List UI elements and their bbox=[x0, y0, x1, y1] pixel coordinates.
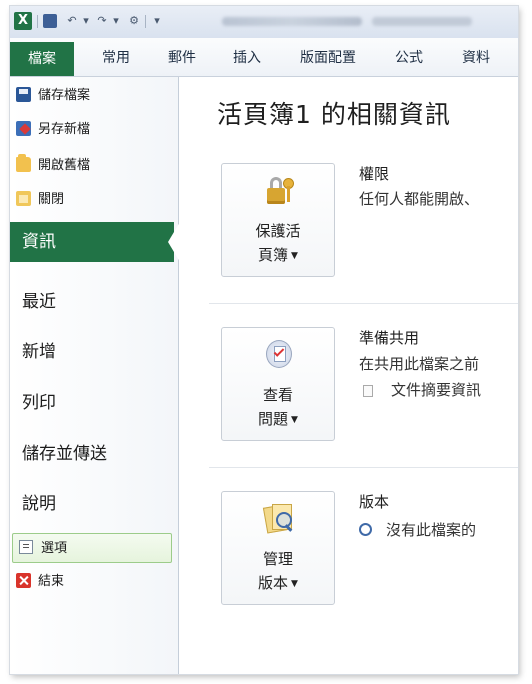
protect-label-line2: 頁簿 ▼ bbox=[258, 246, 298, 264]
lock-key-icon bbox=[263, 174, 295, 206]
prepare-bullet-text: 文件摘要資訊 bbox=[391, 381, 482, 399]
nav-item-print[interactable]: 列印 bbox=[10, 383, 178, 423]
backstage-nav: 儲存檔案 另存新檔 開啟舊檔 關閉 資訊 最近 新增 列印 儲存並傳送 說明 選… bbox=[10, 77, 180, 674]
nav-item-save-send[interactable]: 儲存並傳送 bbox=[10, 434, 178, 474]
protect-label-line1: 保護活 bbox=[255, 222, 301, 240]
customize-icon[interactable]: ⚙ bbox=[127, 14, 141, 28]
permissions-heading: 權限 bbox=[359, 165, 390, 183]
window-title-blurred bbox=[222, 17, 362, 26]
nav-open-label: 開啟舊檔 bbox=[38, 158, 91, 173]
excel-backstage-window: X ↶ ▾ ↷ ▾ ⚙ ▾ 檔案 常用 郵件 插入 版面配置 公式 資料 儲存檔… bbox=[10, 6, 518, 674]
protect-workbook-button[interactable]: 保護活 頁簿 ▼ bbox=[221, 163, 335, 277]
ribbon-tabs: 檔案 常用 郵件 插入 版面配置 公式 資料 bbox=[10, 38, 518, 77]
prepare-description: 在共用此檔案之前 bbox=[359, 355, 480, 373]
versions-description-text: 沒有此檔案的 bbox=[386, 521, 477, 539]
tab-home[interactable]: 常用 bbox=[102, 44, 130, 72]
exit-icon bbox=[16, 573, 31, 588]
nav-options-label: 選項 bbox=[41, 541, 68, 556]
nav-close[interactable]: 關閉 bbox=[16, 189, 64, 211]
tab-data[interactable]: 資料 bbox=[462, 44, 490, 72]
check-issues-icon bbox=[263, 338, 295, 370]
tab-file[interactable]: 檔案 bbox=[10, 42, 74, 76]
nav-item-recent[interactable]: 最近 bbox=[10, 282, 178, 322]
permissions-description: 任何人都能開啟、 bbox=[359, 190, 480, 208]
nav-save-as[interactable]: 另存新檔 bbox=[16, 119, 90, 141]
section-divider bbox=[209, 467, 518, 468]
versions-label-line1: 管理 bbox=[262, 550, 293, 568]
redo-icon[interactable]: ↷ bbox=[95, 14, 109, 28]
nav-exit[interactable]: 結束 bbox=[16, 571, 64, 593]
undo-icon[interactable]: ↶ bbox=[65, 14, 79, 28]
versions-heading: 版本 bbox=[359, 493, 390, 511]
nav-save-as-label: 另存新檔 bbox=[38, 122, 91, 137]
page-title: 活頁簿1 的相關資訊 bbox=[217, 100, 451, 129]
nav-save[interactable]: 儲存檔案 bbox=[16, 85, 90, 107]
nav-exit-label: 結束 bbox=[38, 574, 65, 589]
tab-insert[interactable]: 插入 bbox=[233, 44, 261, 72]
nav-open[interactable]: 開啟舊檔 bbox=[16, 154, 91, 177]
prepare-bullet: 文件摘要資訊 bbox=[363, 379, 481, 400]
toolbar-separator bbox=[37, 15, 38, 28]
save-as-icon bbox=[16, 121, 31, 136]
check-label-line2: 問題 ▼ bbox=[258, 410, 298, 428]
tab-formulas[interactable]: 公式 bbox=[395, 44, 423, 72]
toolbar-separator bbox=[145, 15, 146, 28]
check-issues-button[interactable]: 查看 問題 ▼ bbox=[221, 327, 335, 441]
tab-mailings[interactable]: 郵件 bbox=[168, 44, 196, 72]
options-icon bbox=[19, 540, 33, 554]
info-content: 活頁簿1 的相關資訊 保護活 頁簿 ▼ 權限 任何人都能開啟、 查看 問題 ▼ 準備… bbox=[179, 77, 518, 674]
document-icon bbox=[363, 384, 373, 397]
quick-access-toolbar: X ↶ ▾ ↷ ▾ ⚙ ▾ bbox=[10, 6, 518, 38]
open-folder-icon bbox=[16, 154, 31, 172]
excel-app-icon[interactable]: X bbox=[14, 12, 32, 30]
dropdown-arrow-icon[interactable]: ▾ bbox=[79, 14, 93, 28]
search-version-icon bbox=[359, 523, 372, 536]
versions-description: 沒有此檔案的 bbox=[359, 519, 476, 540]
prepare-heading: 準備共用 bbox=[359, 329, 420, 347]
customize-toolbar-icon[interactable]: ▾ bbox=[150, 14, 164, 28]
window-title-blurred bbox=[372, 17, 472, 26]
nav-item-info[interactable]: 資訊 bbox=[10, 222, 180, 262]
tab-page-layout[interactable]: 版面配置 bbox=[300, 44, 356, 72]
nav-info-label: 資訊 bbox=[22, 232, 56, 252]
manage-versions-button[interactable]: 管理 版本 ▼ bbox=[221, 491, 335, 605]
check-label-line1: 查看 bbox=[262, 386, 293, 404]
versions-label-line2: 版本 ▼ bbox=[258, 574, 298, 592]
nav-item-new[interactable]: 新增 bbox=[10, 332, 178, 372]
nav-item-help[interactable]: 說明 bbox=[10, 484, 178, 524]
close-folder-icon bbox=[16, 191, 31, 206]
save-icon[interactable] bbox=[43, 14, 57, 28]
section-divider bbox=[209, 303, 518, 304]
save-icon bbox=[16, 87, 31, 102]
dropdown-arrow-icon[interactable]: ▾ bbox=[109, 14, 123, 28]
nav-options[interactable]: 選項 bbox=[12, 533, 172, 563]
nav-save-label: 儲存檔案 bbox=[38, 88, 91, 103]
manage-versions-icon bbox=[262, 502, 295, 534]
nav-close-label: 關閉 bbox=[38, 192, 65, 207]
